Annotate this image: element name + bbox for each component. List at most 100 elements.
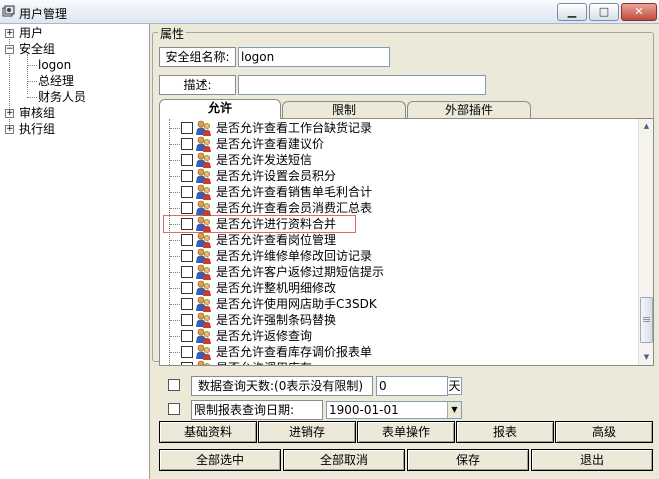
- permission-row[interactable]: 是否允许调用库存: [160, 360, 638, 365]
- permission-row[interactable]: 是否允许强制条码替换: [160, 312, 638, 328]
- deselect-all-button[interactable]: 全部取消: [283, 449, 405, 471]
- tree-connector: [27, 65, 37, 66]
- tree-connector: [170, 224, 180, 225]
- permission-row[interactable]: 是否允许查看销售单毛利合计: [160, 184, 638, 200]
- permission-list[interactable]: 是否允许查看工作台缺货记录 是否允许查看建议价 是否允许发送短信 是否允许设置会员积分…: [160, 119, 638, 365]
- tree-connector: [170, 304, 180, 305]
- permission-checkbox[interactable]: [181, 362, 193, 365]
- permission-checkbox[interactable]: [181, 250, 193, 262]
- group-name-label: 安全组名称:: [159, 47, 236, 67]
- user-group-icon: [196, 232, 211, 248]
- user-group-icon: [196, 296, 211, 312]
- permission-label: 是否允许进行资料合并: [216, 217, 337, 231]
- tab-restrict[interactable]: 限制: [282, 101, 406, 119]
- permission-checkbox[interactable]: [181, 122, 193, 134]
- permission-label: 是否允许查看岗位管理: [216, 233, 337, 247]
- expand-icon[interactable]: +: [5, 125, 14, 134]
- tree-item-finance[interactable]: 财务人员: [38, 89, 86, 105]
- save-button[interactable]: 保存: [407, 449, 529, 471]
- permission-row[interactable]: 是否允许使用网店助手C3SDK: [160, 296, 638, 312]
- permission-checkbox[interactable]: [181, 170, 193, 182]
- description-input[interactable]: [238, 75, 486, 95]
- reports-button[interactable]: 报表: [456, 421, 554, 443]
- permission-label: 是否允许维修单修改回访记录: [216, 249, 373, 263]
- permission-label: 是否允许查看销售单毛利合计: [216, 185, 373, 199]
- minimize-button[interactable]: ▁: [557, 3, 587, 21]
- permission-label: 是否允许返修查询: [216, 329, 313, 343]
- report-date-label: 限制报表查询日期:: [191, 400, 323, 420]
- tab-plugins[interactable]: 外部插件: [407, 101, 531, 119]
- permission-checkbox[interactable]: [181, 346, 193, 358]
- group-tree[interactable]: + 用户 − 安全组 logon 总经理 财务人员 + 审核组 + 执行组: [0, 24, 150, 479]
- form-ops-button[interactable]: 表单操作: [357, 421, 455, 443]
- group-name-input[interactable]: logon: [238, 47, 390, 67]
- window-title: 用户管理: [19, 7, 68, 21]
- permission-row[interactable]: 是否允许查看会员消费汇总表: [160, 200, 638, 216]
- permission-row[interactable]: 是否允许进行资料合并: [160, 216, 638, 232]
- tree-connector: [170, 352, 180, 353]
- permission-checkbox[interactable]: [181, 298, 193, 310]
- permission-row[interactable]: 是否允许查看建议价: [160, 136, 638, 152]
- description-label: 描述:: [159, 75, 236, 95]
- scroll-thumb[interactable]: [640, 297, 653, 343]
- basic-data-button[interactable]: 基础资料: [159, 421, 257, 443]
- permission-checkbox[interactable]: [181, 234, 193, 246]
- permission-row[interactable]: 是否允许客户返修过期短信提示: [160, 264, 638, 280]
- scroll-down-arrow[interactable]: ▼: [639, 350, 654, 365]
- select-all-button[interactable]: 全部选中: [159, 449, 281, 471]
- permission-scrollbar[interactable]: ▲ ▼: [638, 119, 653, 365]
- tree-connector: [27, 54, 28, 94]
- permission-row[interactable]: 是否允许查看工作台缺货记录: [160, 120, 638, 136]
- permission-row[interactable]: 是否允许设置会员积分: [160, 168, 638, 184]
- permission-row[interactable]: 是否允许整机明细修改: [160, 280, 638, 296]
- permission-checkbox[interactable]: [181, 282, 193, 294]
- scroll-up-arrow[interactable]: ▲: [639, 119, 654, 134]
- permission-checkbox[interactable]: [181, 202, 193, 214]
- exit-button[interactable]: 退出: [531, 449, 653, 471]
- report-date-combo[interactable]: 1900-01-01 ▼: [326, 401, 462, 419]
- expand-icon[interactable]: +: [5, 29, 14, 38]
- tree-connector: [170, 208, 180, 209]
- user-group-icon: [196, 312, 211, 328]
- permission-label: 是否允许查看库存调价报表单: [216, 345, 373, 359]
- permission-row[interactable]: 是否允许返修查询: [160, 328, 638, 344]
- tab-allow[interactable]: 允许: [159, 99, 281, 119]
- permission-checkbox[interactable]: [181, 154, 193, 166]
- query-days-input[interactable]: 0: [376, 376, 448, 396]
- permission-row[interactable]: 是否允许维修单修改回访记录: [160, 248, 638, 264]
- query-days-checkbox[interactable]: [168, 379, 180, 391]
- permission-checkbox[interactable]: [181, 330, 193, 342]
- tree-item-logon[interactable]: logon: [38, 57, 71, 73]
- permission-checkbox[interactable]: [181, 314, 193, 326]
- user-group-icon: [196, 248, 211, 264]
- permission-row[interactable]: 是否允许发送短信: [160, 152, 638, 168]
- permission-checkbox[interactable]: [181, 186, 193, 198]
- expand-icon[interactable]: +: [5, 109, 14, 118]
- permission-row[interactable]: 是否允许查看库存调价报表单: [160, 344, 638, 360]
- report-date-checkbox[interactable]: [168, 403, 180, 415]
- user-group-icon: [196, 120, 211, 136]
- tree-item-general-manager[interactable]: 总经理: [38, 73, 74, 89]
- permission-checkbox[interactable]: [181, 138, 193, 150]
- tree-item-label: 财务人员: [38, 90, 87, 104]
- tree-connector: [170, 192, 180, 193]
- maximize-button[interactable]: □: [589, 3, 619, 21]
- permission-checkbox[interactable]: [181, 266, 193, 278]
- tree-connector: [170, 128, 180, 129]
- dropdown-arrow-icon[interactable]: ▼: [447, 402, 461, 418]
- user-group-icon: [196, 168, 211, 184]
- advanced-button[interactable]: 高级: [555, 421, 653, 443]
- tree-connector: [170, 256, 180, 257]
- inventory-button[interactable]: 进销存: [258, 421, 356, 443]
- query-days-label: 数据查询天数:(0表示没有限制): [191, 376, 373, 396]
- permission-label: 是否允许强制条码替换: [216, 313, 337, 327]
- tree-connector: [170, 160, 180, 161]
- collapse-icon[interactable]: −: [5, 45, 14, 54]
- permission-row[interactable]: 是否允许查看岗位管理: [160, 232, 638, 248]
- tree-item-label: 总经理: [38, 74, 75, 88]
- report-date-value: 1900-01-01: [329, 403, 399, 417]
- permission-panel: 是否允许查看工作台缺货记录 是否允许查看建议价 是否允许发送短信 是否允许设置会员积分…: [159, 118, 654, 366]
- permission-checkbox[interactable]: [181, 218, 193, 230]
- permission-label: 是否允许查看建议价: [216, 137, 325, 151]
- close-button[interactable]: ✕: [621, 3, 657, 21]
